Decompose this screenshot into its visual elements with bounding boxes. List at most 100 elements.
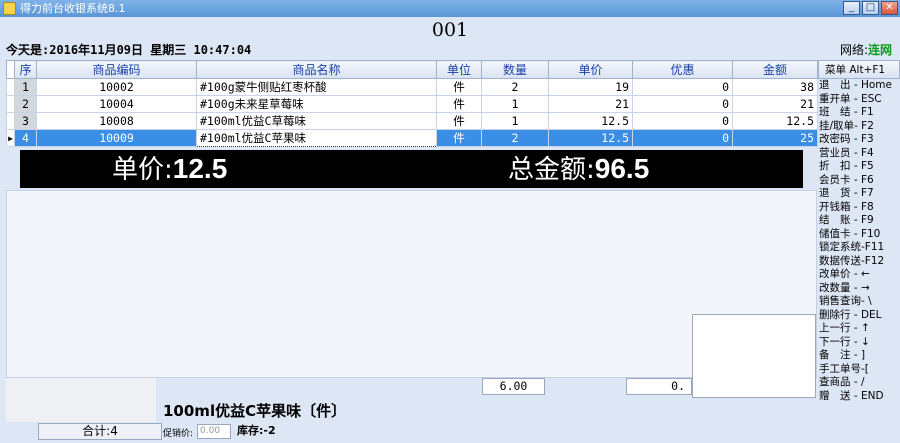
unit-price-display: 单价:12.5 xyxy=(112,150,227,189)
menu-item-lock-system[interactable]: 锁定系统-F11 xyxy=(818,241,900,255)
menu-item-manual-order-no[interactable]: 手工单号-[ xyxy=(818,363,900,377)
menu-item-stored-value-card[interactable]: 储值卡 - F10 xyxy=(818,228,900,242)
discount-total: 0. xyxy=(626,378,692,395)
minimize-button[interactable]: _ xyxy=(843,1,860,15)
menu-item-sales-query[interactable]: 销售查询- \ xyxy=(818,295,900,309)
cell-price: 12.5 xyxy=(548,129,633,147)
sales-table[interactable]: 序 商品编码 商品名称 单位 数量 单价 优惠 金额 1 10002 #100g… xyxy=(6,60,818,147)
cell-amount: 12.5 xyxy=(732,112,818,130)
total-amount-label: 总金额: xyxy=(508,155,595,185)
menu-item-change-price[interactable]: 改单价 - ← xyxy=(818,268,900,282)
total-amount-value: 96.5 xyxy=(594,153,650,184)
menu-header[interactable]: 菜单 Alt+F1 xyxy=(818,60,900,79)
stock-label: 库存:-2 xyxy=(237,424,276,437)
date-label: 今天是: xyxy=(6,43,50,57)
cell-seq: 4 xyxy=(14,129,37,147)
cell-name: #100g未来星草莓味 xyxy=(196,95,437,113)
menu-item-discount[interactable]: 折 扣 - F5 xyxy=(818,160,900,174)
column-header-unit[interactable]: 单位 xyxy=(436,60,482,79)
cell-code: 10002 xyxy=(36,78,197,96)
column-header-amount[interactable]: 金额 xyxy=(732,60,818,79)
cell-discount: 0 xyxy=(632,95,733,113)
menu-item-reopen-order[interactable]: 重开单 - ESC xyxy=(818,93,900,107)
menu-item-shift-close[interactable]: 班 结 - F1 xyxy=(818,106,900,120)
cell-qty: 2 xyxy=(481,129,549,147)
column-header-discount[interactable]: 优惠 xyxy=(632,60,733,79)
unit-price-label: 单价: xyxy=(112,155,173,185)
title-bar: 得力前台收银系统8.1 _ □ ✕ xyxy=(0,0,900,17)
menu-item-find-product[interactable]: 查商品 - / xyxy=(818,376,900,390)
menu-item-hold-order[interactable]: 挂/取单- F2 xyxy=(818,120,900,134)
cell-amount: 25 xyxy=(732,129,818,147)
menu-item-next-row[interactable]: 下一行 - ↓ xyxy=(818,336,900,350)
column-header-price[interactable]: 单价 xyxy=(548,60,633,79)
maximize-button[interactable]: □ xyxy=(862,1,879,15)
menu-item-prev-row[interactable]: 上一行 - ↑ xyxy=(818,322,900,336)
table-row[interactable]: 1 10002 #100g蒙牛侧贴红枣杯酸 件 2 19 0 38 xyxy=(6,78,818,96)
current-product-title: 100ml优益C苹果味〔件〕 xyxy=(163,402,347,420)
table-row[interactable]: 3 10008 #100ml优益C草莓味 件 1 12.5 0 12.5 xyxy=(6,112,818,130)
menu-item-return[interactable]: 退 货 - F7 xyxy=(818,187,900,201)
cell-code: 10009 xyxy=(36,129,197,147)
cell-unit: 件 xyxy=(436,112,482,130)
cell-seq: 3 xyxy=(14,112,37,130)
cell-unit: 件 xyxy=(436,78,482,96)
cell-seq: 1 xyxy=(14,78,37,96)
info-blank-area xyxy=(6,378,156,422)
cell-qty: 1 xyxy=(481,112,549,130)
total-amount-display: 总金额:96.5 xyxy=(508,150,649,189)
cell-price: 12.5 xyxy=(548,112,633,130)
menu-item-open-drawer[interactable]: 开钱箱 - F8 xyxy=(818,201,900,215)
menu-item-gift[interactable]: 赠 送 - END xyxy=(818,390,900,404)
menu-item-change-qty[interactable]: 改数量 - → xyxy=(818,282,900,296)
date-value: 2016年11月09日 星期三 10:47:04 xyxy=(49,43,252,57)
current-row-arrow-icon: ▶ xyxy=(6,129,15,147)
column-header-seq[interactable]: 序 xyxy=(14,60,37,79)
order-number: 001 xyxy=(431,19,469,41)
cell-amount: 38 xyxy=(732,78,818,96)
cell-discount: 0 xyxy=(632,112,733,130)
menu-item-exit[interactable]: 退 出 - Home xyxy=(818,79,900,93)
cell-discount: 0 xyxy=(632,78,733,96)
menu-item-member-card[interactable]: 会员卡 - F6 xyxy=(818,174,900,188)
row-indicator-header xyxy=(6,60,15,79)
cell-qty: 2 xyxy=(481,78,549,96)
cell-qty: 1 xyxy=(481,95,549,113)
menu-item-checkout[interactable]: 结 账 - F9 xyxy=(818,214,900,228)
table-row[interactable]: 2 10004 #100g未来星草莓味 件 1 21 0 21 xyxy=(6,95,818,113)
menu-item-salesperson[interactable]: 营业员 - F4 xyxy=(818,147,900,161)
cell-price: 21 xyxy=(548,95,633,113)
menu-item-remark[interactable]: 备 注 - ] xyxy=(818,349,900,363)
column-header-name[interactable]: 商品名称 xyxy=(196,60,437,79)
menu-item-data-transfer[interactable]: 数据传送-F12 xyxy=(818,255,900,269)
network-status-value: 连网 xyxy=(867,43,892,57)
cell-name: #100ml优益C草莓味 xyxy=(196,112,437,130)
network-status: 网络:连网 xyxy=(840,41,892,58)
date-line: 今天是:2016年11月09日 星期三 10:47:04 xyxy=(6,41,251,58)
cell-amount: 21 xyxy=(732,95,818,113)
table-row-selected[interactable]: ▶ 4 10009 #100ml优益C苹果味 件 2 12.5 0 25 xyxy=(6,129,818,147)
row-indicator xyxy=(6,78,15,96)
column-header-code[interactable]: 商品编码 xyxy=(36,60,197,79)
qty-total: 6.00 xyxy=(482,378,545,395)
shortcut-menu: 菜单 Alt+F1 退 出 - Home 重开单 - ESC 班 结 - F1 … xyxy=(818,60,900,402)
app-icon xyxy=(3,2,16,15)
cell-code: 10008 xyxy=(36,112,197,130)
promo-price-input[interactable]: 0.00 xyxy=(197,424,231,439)
column-header-qty[interactable]: 数量 xyxy=(481,60,549,79)
menu-item-delete-row[interactable]: 删除行 - DEL xyxy=(818,309,900,323)
item-count: 合计:4 xyxy=(38,423,162,440)
unit-price-value: 12.5 xyxy=(172,153,228,184)
cell-name[interactable]: #100ml优益C苹果味 xyxy=(196,129,437,147)
cell-unit: 件 xyxy=(436,129,482,147)
row-indicator xyxy=(6,95,15,113)
cell-seq: 2 xyxy=(14,95,37,113)
row-indicator xyxy=(6,112,15,130)
cell-unit: 件 xyxy=(436,95,482,113)
price-display: 单价:12.5 总金额:96.5 xyxy=(20,150,803,188)
menu-item-change-password[interactable]: 改密码 - F3 xyxy=(818,133,900,147)
close-button[interactable]: ✕ xyxy=(881,1,898,15)
window-title: 得力前台收银系统8.1 xyxy=(20,2,126,15)
cell-discount: 0 xyxy=(632,129,733,147)
cell-name: #100g蒙牛侧贴红枣杯酸 xyxy=(196,78,437,96)
